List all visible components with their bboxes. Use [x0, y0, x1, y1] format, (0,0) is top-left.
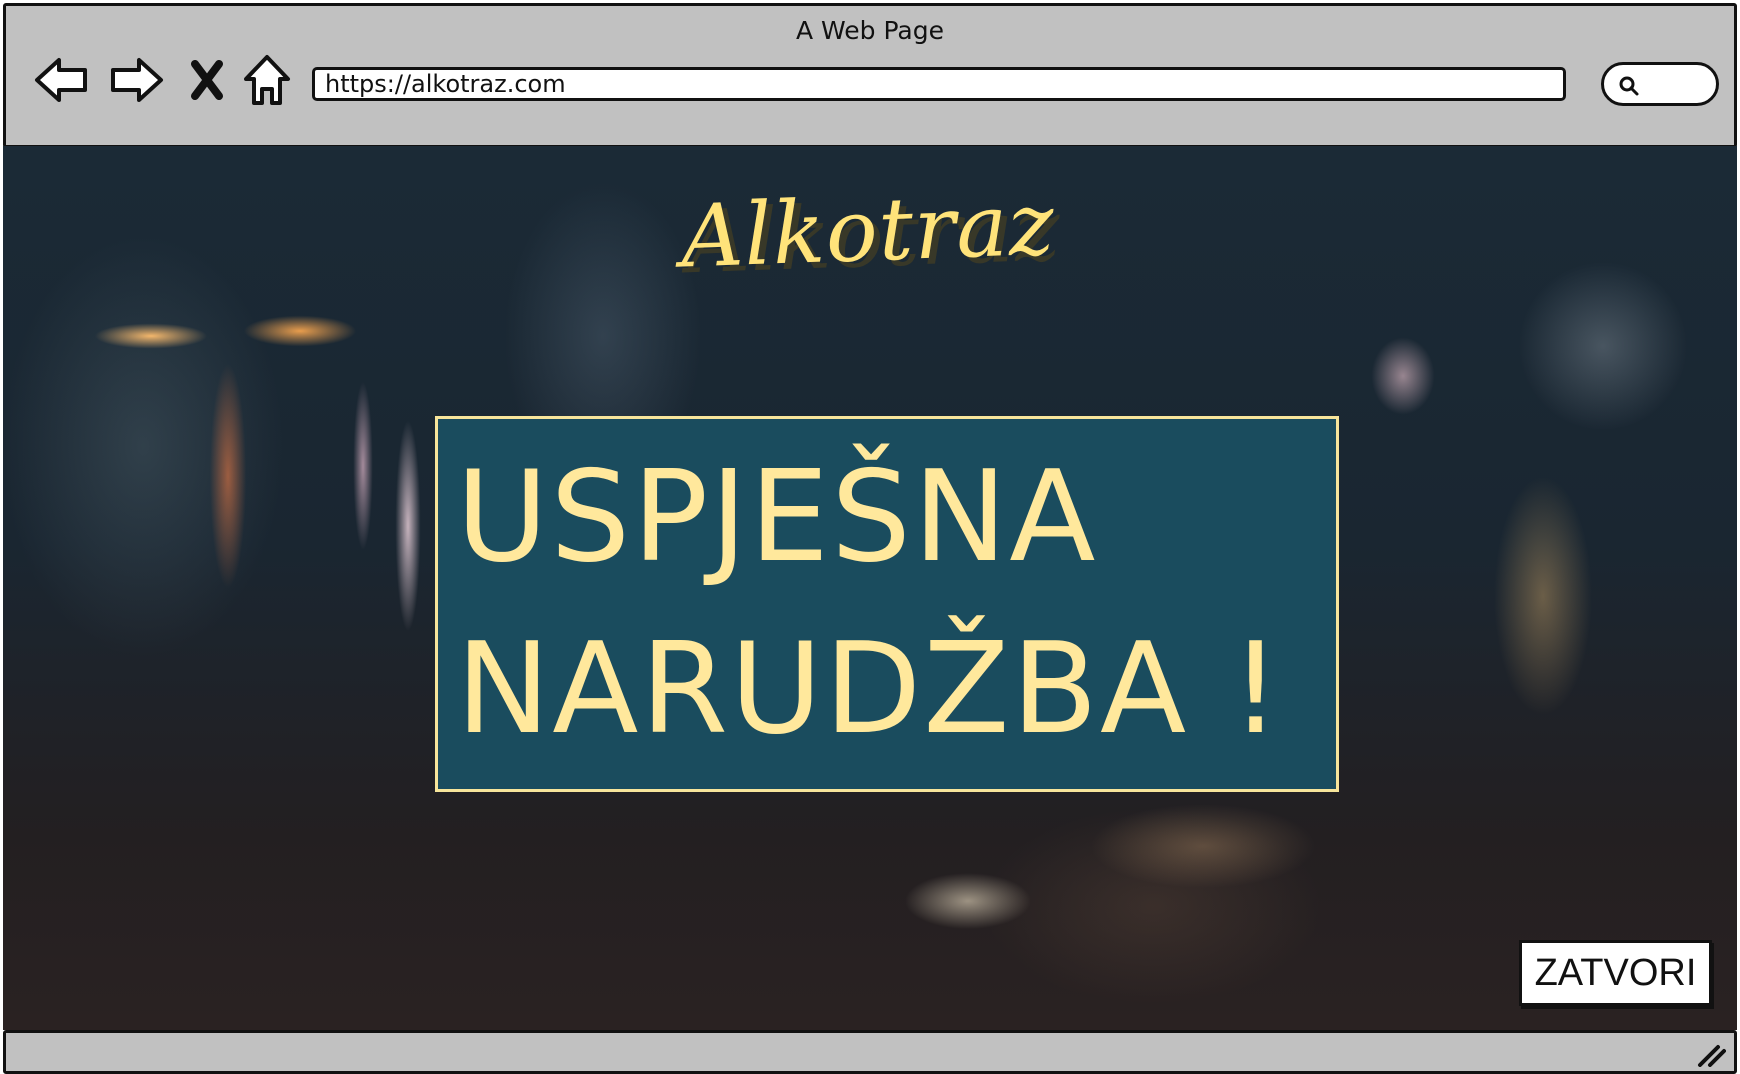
close-button[interactable]: ZATVORI	[1519, 940, 1712, 1006]
site-logo[interactable]: Alkotraz	[679, 175, 1056, 288]
arrow-left-icon	[35, 58, 87, 102]
browser-window: A Web Page https://alkotraz.com Alkotraz…	[3, 3, 1737, 1074]
search-input[interactable]	[1601, 62, 1719, 106]
stop-button[interactable]	[176, 50, 238, 110]
back-button[interactable]	[30, 50, 92, 110]
browser-toolbar: A Web Page https://alkotraz.com	[3, 3, 1737, 148]
close-icon	[191, 60, 223, 100]
search-icon	[1619, 76, 1639, 96]
status-bar	[3, 1030, 1737, 1074]
arrow-right-icon	[111, 58, 163, 102]
page-content: Alkotraz USPJEŠNA NARUDŽBA ! ZATVORI	[3, 146, 1737, 1030]
home-button[interactable]	[236, 50, 298, 110]
forward-button[interactable]	[106, 50, 168, 110]
success-message-panel: USPJEŠNA NARUDŽBA !	[435, 416, 1339, 792]
success-message: USPJEŠNA NARUDŽBA !	[456, 443, 1283, 762]
address-bar[interactable]: https://alkotraz.com	[312, 67, 1566, 101]
resize-grip-icon[interactable]	[1696, 1041, 1726, 1067]
window-title: A Web Page	[795, 16, 945, 45]
home-icon	[244, 55, 290, 105]
